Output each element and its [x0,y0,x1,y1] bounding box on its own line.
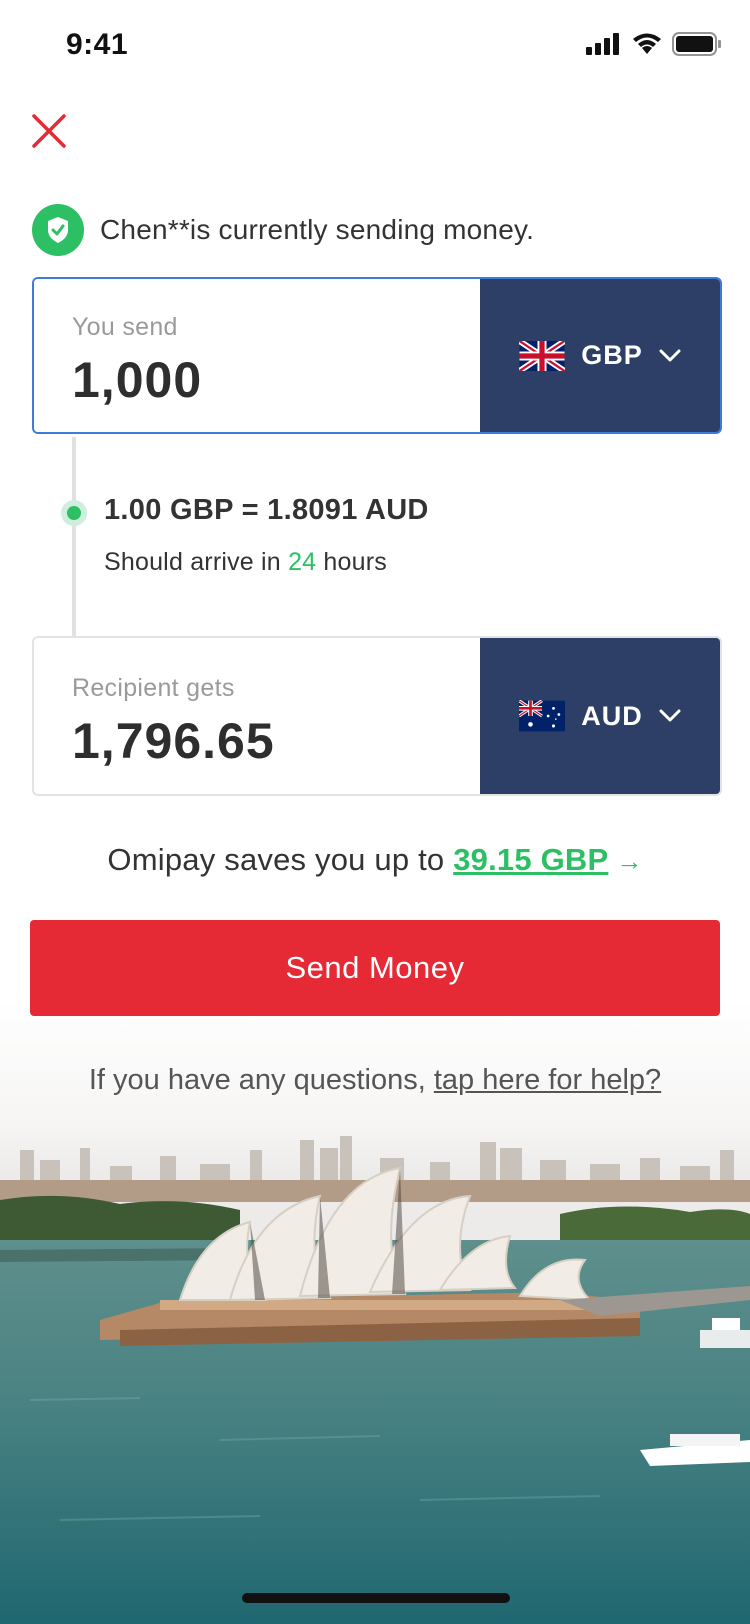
recipient-amount-field[interactable]: Recipient gets 1,796.65 AUD [32,636,722,796]
shield-check-icon [32,204,84,256]
close-icon[interactable] [30,112,68,150]
recipient-currency-code: AUD [581,700,643,731]
help-prefix: If you have any questions, [88,1064,434,1096]
send-currency-code: GBP [581,340,643,370]
recipient-amount[interactable]: 1,796.65 [72,712,275,770]
savings-prefix: Omipay saves you up to [107,842,454,877]
wifi-icon [633,33,661,54]
help-text: If you have any questions, tap here for … [0,1056,750,1104]
recipient-label: Recipient gets [72,674,235,702]
arrive-prefix: Should arrive in [104,548,289,576]
home-indicator[interactable] [242,1593,510,1603]
chevron-down-icon [659,709,681,722]
send-amount-field[interactable]: You send 1,000 GBP [32,277,722,434]
savings-line: Omipay saves you up to 39.15 GBP → [0,842,750,878]
recipient-amount-area[interactable]: Recipient gets 1,796.65 [34,638,480,794]
send-amount[interactable]: 1,000 [72,351,202,409]
arrive-hours: 24 [288,548,317,576]
arrival-estimate: Should arrive in 24 hours [104,548,387,577]
send-label: You send [72,313,178,341]
savings-amount-link[interactable]: 39.15 GBP [453,842,608,877]
exchange-rate: 1.00 GBP = 1.8091 AUD [104,494,429,526]
uk-flag-icon [519,340,566,371]
notice-text: Chen**is currently sending money. [100,214,535,245]
chevron-down-icon [659,349,681,361]
status-icons [586,32,722,56]
signal-icon [586,33,619,55]
arrive-suffix: hours [316,548,387,576]
recipient-currency-selector[interactable]: AUD [480,638,720,794]
australia-flag-icon [519,700,566,732]
help-link[interactable]: tap here for help? [434,1064,661,1096]
send-money-button[interactable]: Send Money [30,920,720,1016]
timeline-dot-inner [67,506,81,520]
sending-notice: Chen**is currently sending money. [32,204,534,256]
send-currency-selector[interactable]: GBP [480,279,720,432]
arrow-right-icon[interactable]: → [616,846,642,876]
battery-icon [672,32,721,56]
send-amount-input-area[interactable]: You send 1,000 [34,279,480,432]
timeline-rail [72,437,76,637]
status-time: 9:41 [66,28,129,61]
